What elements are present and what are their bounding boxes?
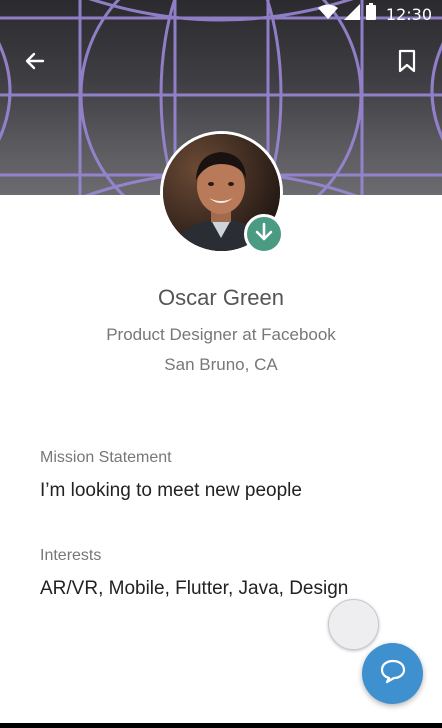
message-fab-button[interactable] [362,643,423,704]
profile-avatar-container [160,131,284,254]
bottom-edge [0,723,442,728]
profile-name: Oscar Green [158,285,284,310]
arrow-left-icon [23,49,47,78]
interests-label: Interests [40,547,102,564]
status-time: 12:30 [385,4,432,24]
profile-location: San Bruno, CA [164,355,278,374]
avatar-download-badge[interactable] [244,214,284,254]
back-button[interactable] [18,46,52,80]
mission-statement-value: I’m looking to meet new people [40,480,302,501]
bookmark-button[interactable] [390,46,424,80]
battery-icon [365,3,376,25]
chat-bubble-icon [379,658,407,689]
arrow-down-icon [253,221,275,248]
touch-ripple-indicator [328,599,379,650]
mission-statement-label: Mission Statement [40,449,172,466]
interests-value: AR/VR, Mobile, Flutter, Java, Design [40,578,349,599]
wifi-icon [317,4,338,25]
signal-icon [343,3,360,25]
profile-job-title: Product Designer at Facebook [106,325,336,344]
bookmark-icon [397,49,417,78]
status-bar: 12:30 [0,0,442,28]
